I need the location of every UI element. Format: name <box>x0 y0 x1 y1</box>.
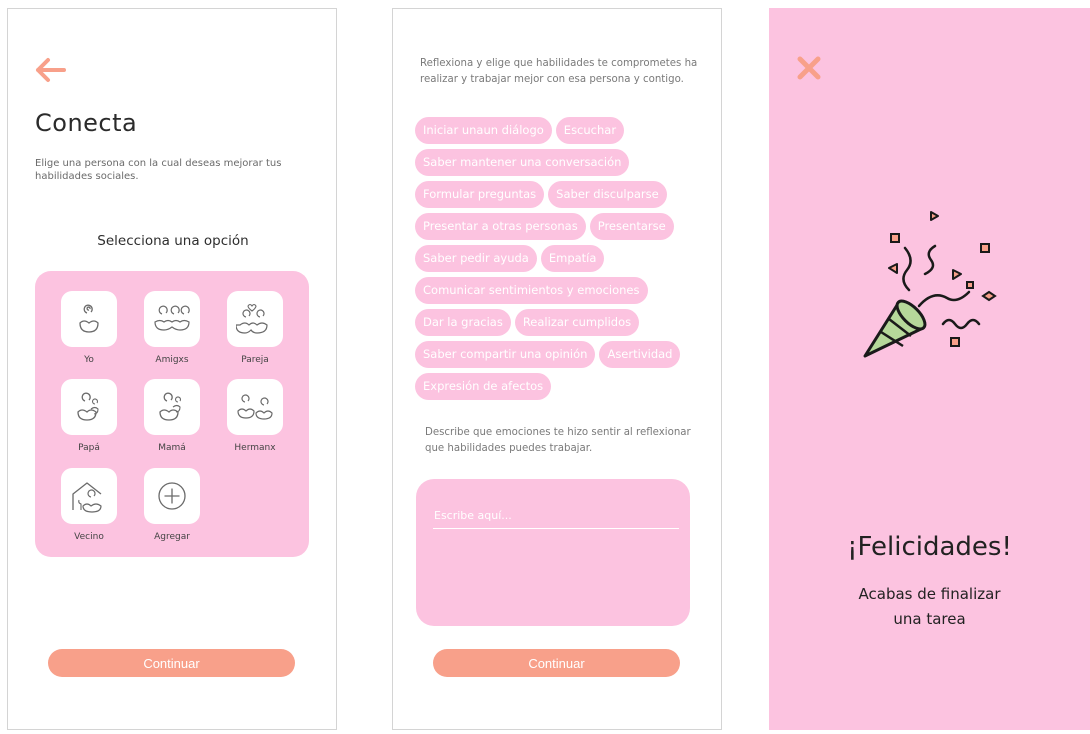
dad-icon <box>77 392 99 421</box>
add-circle-icon <box>158 482 186 510</box>
continue-button[interactable]: Continuar <box>48 649 295 677</box>
skills-chip-list: Iniciar unaun diálogo Escuchar Saber man… <box>415 117 705 400</box>
continue-button[interactable]: Continuar <box>433 649 680 677</box>
option-label: Agregar <box>154 532 190 542</box>
party-popper-icon <box>863 211 997 358</box>
skill-chip[interactable]: Presentar a otras personas <box>415 213 586 240</box>
single-person-icon <box>79 304 99 333</box>
siblings-icon <box>237 394 273 420</box>
skill-chip[interactable]: Saber pedir ayuda <box>415 245 537 272</box>
describe-prompt: Describe que emociones te hizo sentir al… <box>425 427 691 454</box>
skill-chip[interactable]: Saber compartir una opinión <box>415 341 596 368</box>
option-hermanx[interactable]: Hermanx <box>225 379 285 453</box>
option-papa[interactable]: Papá <box>59 379 119 453</box>
option-label: Yo <box>84 355 94 365</box>
option-label: Vecino <box>74 532 104 542</box>
input-underline <box>433 528 679 529</box>
skill-chip[interactable]: Empatía <box>540 245 605 272</box>
option-pareja[interactable]: Pareja <box>225 291 285 365</box>
option-agregar[interactable]: Agregar <box>142 468 202 542</box>
congrats-subtitle: Acabas de finalizar una tarea <box>769 582 1090 632</box>
option-label: Mamá <box>158 443 186 453</box>
congrats-title: ¡Felicidades! <box>847 532 1012 562</box>
screen-congrats: ¡Felicidades! Acabas de finalizar una ta… <box>769 8 1090 730</box>
skill-chip[interactable]: Expresión de afectos <box>415 373 552 400</box>
skill-chip[interactable]: Iniciar unaun diálogo <box>415 117 552 144</box>
option-label: Hermanx <box>234 443 276 453</box>
option-amigxs[interactable]: Amigxs <box>142 291 202 365</box>
screen-conecta: Conecta Elige una persona con la cual de… <box>7 8 337 730</box>
skill-chip[interactable]: Realizar cumplidos <box>514 309 640 336</box>
skill-chip[interactable]: Formular preguntas <box>415 181 545 208</box>
mom-icon <box>159 392 182 421</box>
neighbor-house-icon <box>72 482 102 513</box>
skill-chip[interactable]: Escuchar <box>555 117 625 144</box>
option-label: Pareja <box>241 355 269 365</box>
congrats-subtitle-line: una tarea <box>893 610 966 628</box>
close-icon[interactable] <box>793 52 825 84</box>
congrats-subtitle-line: Acabas de finalizar <box>858 585 1001 603</box>
skill-chip[interactable]: Dar la gracias <box>415 309 511 336</box>
friends-icon <box>154 305 190 331</box>
skill-chip[interactable]: Saber mantener una conversación <box>415 149 630 176</box>
screen-skills: Reflexiona y elige que habilidades te co… <box>392 8 722 730</box>
couple-heart-icon <box>236 303 268 334</box>
skill-chip[interactable]: Saber disculparse <box>548 181 667 208</box>
option-yo[interactable]: Yo <box>59 291 119 365</box>
emotion-text-area[interactable]: Escribe aquí... <box>416 479 690 626</box>
text-input-placeholder[interactable]: Escribe aquí... <box>434 509 512 522</box>
skill-chip[interactable]: Comunicar sentimientos y emociones <box>415 277 648 304</box>
page-title: Conecta <box>35 109 138 137</box>
option-mama[interactable]: Mamá <box>142 379 202 453</box>
options-grid: Yo Amigxs Pareja Papá Mamá Hermanx Vecin… <box>35 271 309 557</box>
option-label: Papá <box>78 443 100 453</box>
skill-chip[interactable]: Presentarse <box>589 213 674 240</box>
skills-intro: Reflexiona y elige que habilidades te co… <box>420 58 698 85</box>
select-option-label: Selecciona una opción <box>97 233 249 249</box>
back-arrow-icon[interactable] <box>34 53 68 87</box>
option-vecino[interactable]: Vecino <box>59 468 119 542</box>
page-description: Elige una persona con la cual deseas mej… <box>35 158 282 182</box>
option-label: Amigxs <box>155 355 189 365</box>
skill-chip[interactable]: Asertividad <box>599 341 681 368</box>
